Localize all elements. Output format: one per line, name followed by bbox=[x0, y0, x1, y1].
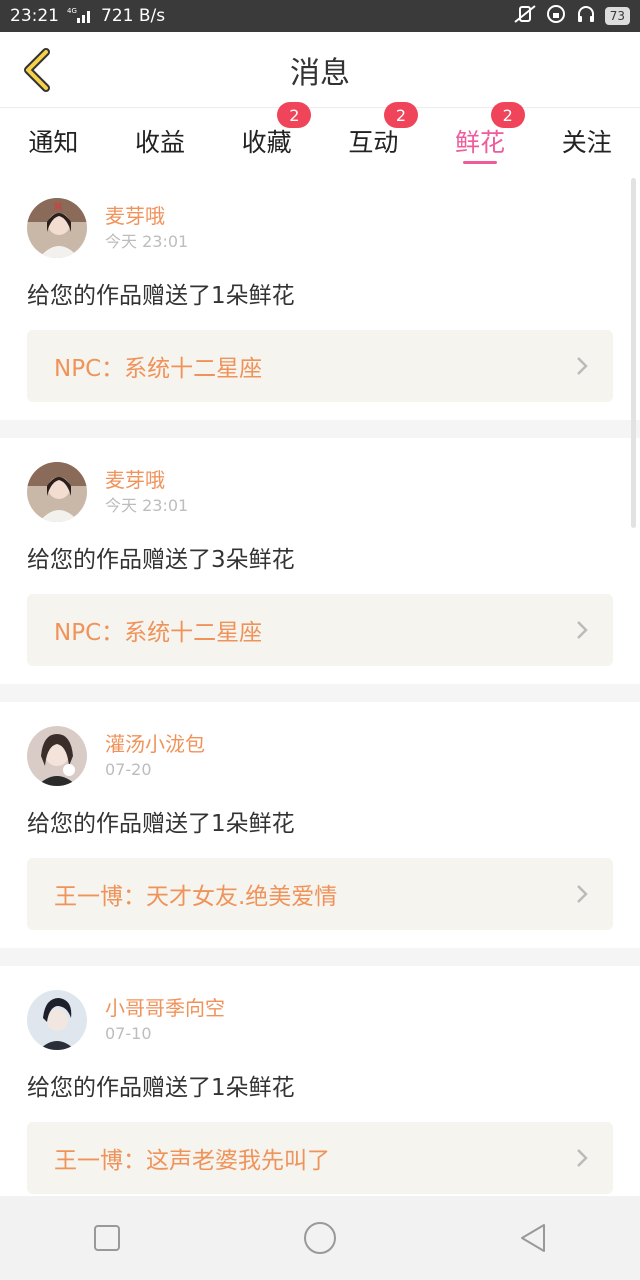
screen: 23:21 4G 721 B/s 73 消息 通知 收益 收藏 2 互动 2 鲜… bbox=[0, 0, 640, 1280]
message-header: ⌘ 麦芽哦 今天 23:01 bbox=[27, 196, 613, 260]
message-text: 给您的作品赠送了1朵鲜花 bbox=[27, 283, 295, 309]
tab-favorites[interactable]: 收藏 2 bbox=[213, 102, 320, 174]
work-title: 王一博：这声老婆我先叫了 bbox=[54, 1148, 330, 1174]
tab-bar: 通知 收益 收藏 2 互动 2 鲜花 2 关注 bbox=[0, 102, 640, 174]
avatar[interactable] bbox=[27, 990, 87, 1050]
chevron-right-icon bbox=[577, 357, 588, 375]
vibrate-icon bbox=[513, 4, 537, 29]
work-link[interactable]: 王一博：天才女友.绝美爱情 bbox=[27, 858, 613, 930]
work-title: 王一博：天才女友.绝美爱情 bbox=[54, 884, 338, 910]
unread-badge: 2 bbox=[384, 102, 419, 128]
home-button[interactable] bbox=[280, 1208, 360, 1268]
message-meta: 小哥哥季向空 07-10 bbox=[105, 994, 225, 1046]
avatar[interactable]: ⌘ bbox=[27, 198, 87, 258]
avatar[interactable] bbox=[27, 462, 87, 522]
message-card: ⌘ 麦芽哦 今天 23:01 给您的作品赠送了1朵鲜花 NPC：系统十二星座 bbox=[0, 174, 640, 420]
message-meta: 灌汤小泷包 07-20 bbox=[105, 730, 205, 782]
chevron-left-icon bbox=[24, 48, 50, 92]
back-button[interactable] bbox=[18, 48, 58, 92]
timestamp: 07-20 bbox=[105, 760, 152, 779]
headphones-icon bbox=[575, 3, 597, 30]
circle-icon bbox=[303, 1222, 336, 1254]
message-card: 小哥哥季向空 07-10 给您的作品赠送了1朵鲜花 王一博：这声老婆我先叫了 bbox=[0, 966, 640, 1196]
work-title: NPC：系统十二星座 bbox=[54, 620, 263, 646]
rotation-lock-icon bbox=[545, 3, 567, 30]
recent-apps-button[interactable] bbox=[67, 1208, 147, 1268]
tab-notifications[interactable]: 通知 bbox=[0, 108, 107, 174]
message-header: 灌汤小泷包 07-20 bbox=[27, 724, 613, 788]
avatar[interactable] bbox=[27, 726, 87, 786]
unread-badge: 2 bbox=[490, 102, 525, 128]
square-icon bbox=[93, 1225, 120, 1251]
timestamp: 今天 23:01 bbox=[105, 232, 189, 251]
message-text: 给您的作品赠送了1朵鲜花 bbox=[27, 811, 295, 837]
svg-text:⌘: ⌘ bbox=[53, 202, 63, 213]
tab-label: 收藏 bbox=[241, 128, 292, 157]
header: 消息 bbox=[0, 32, 640, 108]
work-link[interactable]: 王一博：这声老婆我先叫了 bbox=[27, 1122, 613, 1194]
work-link[interactable]: NPC：系统十二星座 bbox=[27, 330, 613, 402]
scrollbar[interactable] bbox=[631, 178, 636, 528]
unread-badge: 2 bbox=[277, 102, 312, 128]
battery-indicator: 73 bbox=[604, 7, 630, 25]
username[interactable]: 麦芽哦 bbox=[105, 466, 188, 494]
tab-earnings[interactable]: 收益 bbox=[107, 108, 214, 174]
status-left: 23:21 4G 721 B/s bbox=[10, 6, 165, 27]
message-card: 灌汤小泷包 07-20 给您的作品赠送了1朵鲜花 王一博：天才女友.绝美爱情 bbox=[0, 702, 640, 948]
username[interactable]: 灌汤小泷包 bbox=[105, 730, 205, 758]
network-speed: 721 B/s bbox=[101, 6, 166, 26]
message-card: 麦芽哦 今天 23:01 给您的作品赠送了3朵鲜花 NPC：系统十二星座 bbox=[0, 438, 640, 684]
message-meta: 麦芽哦 今天 23:01 bbox=[105, 466, 188, 518]
page-title: 消息 bbox=[290, 55, 350, 91]
tab-label: 通知 bbox=[28, 128, 79, 157]
tab-label: 互动 bbox=[348, 128, 399, 157]
tab-label: 关注 bbox=[561, 128, 612, 157]
network-type-label: 4G bbox=[67, 7, 77, 15]
timestamp: 07-10 bbox=[105, 1024, 152, 1043]
tab-flowers[interactable]: 鲜花 2 bbox=[427, 102, 534, 174]
system-back-button[interactable] bbox=[493, 1208, 573, 1268]
username[interactable]: 麦芽哦 bbox=[105, 202, 188, 230]
status-bar: 23:21 4G 721 B/s 73 bbox=[0, 0, 640, 32]
chevron-right-icon bbox=[577, 621, 588, 639]
triangle-back-icon bbox=[521, 1224, 546, 1252]
message-text: 给您的作品赠送了3朵鲜花 bbox=[27, 547, 295, 573]
signal-icon: 4G bbox=[67, 6, 93, 27]
username[interactable]: 小哥哥季向空 bbox=[105, 994, 225, 1022]
timestamp: 今天 23:01 bbox=[105, 496, 189, 515]
message-text: 给您的作品赠送了1朵鲜花 bbox=[27, 1075, 295, 1101]
chevron-right-icon bbox=[577, 885, 588, 903]
message-meta: 麦芽哦 今天 23:01 bbox=[105, 202, 188, 254]
chevron-right-icon bbox=[577, 1149, 588, 1167]
status-time: 23:21 bbox=[10, 6, 59, 26]
work-title: NPC：系统十二星座 bbox=[54, 356, 263, 382]
tab-label: 收益 bbox=[135, 128, 186, 157]
work-link[interactable]: NPC：系统十二星座 bbox=[27, 594, 613, 666]
tab-interactions[interactable]: 互动 2 bbox=[320, 102, 427, 174]
status-right: 73 bbox=[513, 3, 630, 30]
message-header: 小哥哥季向空 07-10 bbox=[27, 988, 613, 1052]
tab-following[interactable]: 关注 bbox=[533, 108, 640, 174]
message-header: 麦芽哦 今天 23:01 bbox=[27, 460, 613, 524]
tab-label: 鲜花 bbox=[455, 128, 506, 157]
system-nav-bar bbox=[0, 1196, 640, 1280]
message-list: ⌘ 麦芽哦 今天 23:01 给您的作品赠送了1朵鲜花 NPC：系统十二星座 麦… bbox=[0, 174, 640, 1196]
